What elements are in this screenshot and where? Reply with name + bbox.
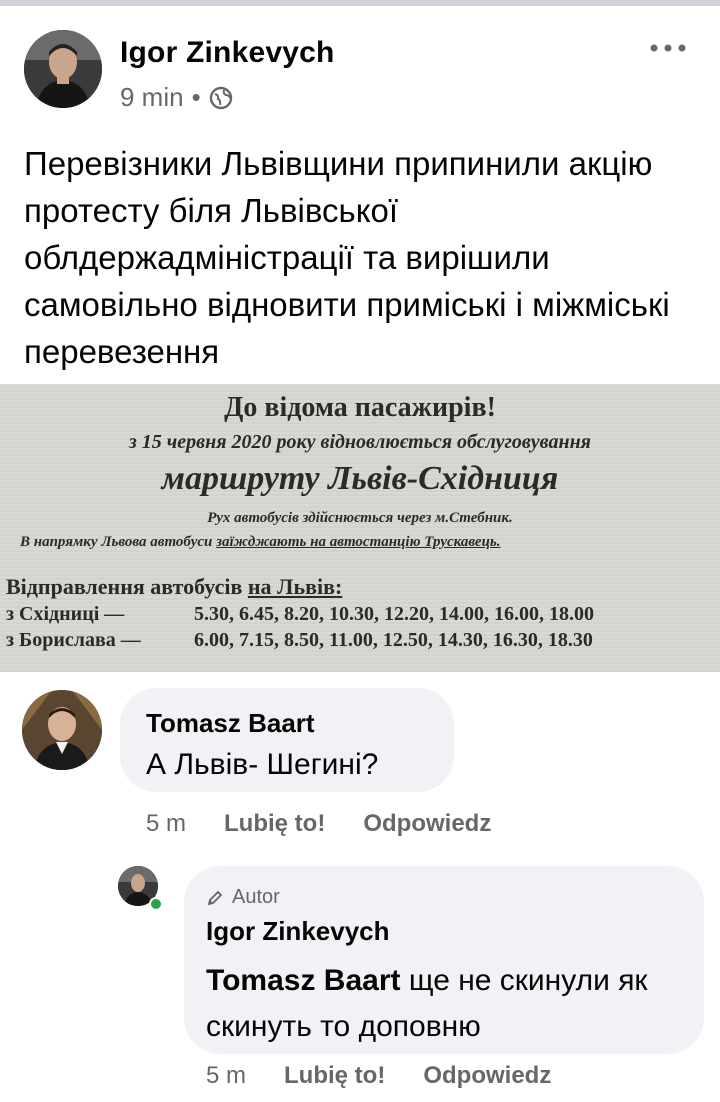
author-badge-label: Autor [232,886,280,908]
avatar-photo-icon [22,690,102,770]
post-time[interactable]: 9 min [120,82,184,113]
post-image-notice[interactable]: До відома пасажирів! з 15 червня 2020 ро… [0,384,720,672]
notice-text: на Львів: [247,574,343,599]
schedule-times: 6.00, 7.15, 8.50, 11.00, 12.50, 14.30, 1… [194,629,593,651]
post-author-name[interactable]: Igor Zinkevych [120,36,335,70]
avatar-photo-icon [24,30,102,108]
meta-separator: • [191,82,201,112]
notice-text: В напрямку Львова автобуси [20,534,217,550]
schedule-times: 5.30, 6.45, 8.20, 10.30, 12.20, 14.00, 1… [194,603,594,625]
more-options-icon[interactable] [648,40,688,56]
reply-author-name[interactable]: Igor Zinkevych [206,916,390,947]
online-status-dot [149,897,163,911]
notice-route: маршруту Львів-Східниця [161,460,559,497]
reply-link[interactable]: Odpowiedz [363,810,491,838]
comment-text: А Львів- Шегині? [146,748,379,781]
notice-line: В напрямку Львова автобуси заїжджають на… [20,534,710,551]
post-meta: 9 min • [120,82,233,113]
globe-icon [209,86,232,109]
reply-link[interactable]: Odpowiedz [423,1062,551,1090]
like-link[interactable]: Lubię to! [224,810,325,838]
post-text: Перевізники Львівщини припинили акцію пр… [24,145,670,370]
comment-author-name[interactable]: Tomasz Baart [146,708,315,739]
author-badge: Autor [206,886,280,909]
comment-time[interactable]: 5 m [146,810,186,838]
notice-text: заїжджають на автостанцію Трускавець. [216,534,501,550]
comment-time[interactable]: 5 m [206,1062,246,1090]
notice-title: До відома пасажирів! [224,392,496,423]
notice-line: Рух автобусів здійснюється через м.Стебн… [207,510,513,526]
schedule-row: з Борислава — 6.00, 7.15, 8.50, 11.00, 1… [6,629,593,652]
schedule-from: з Східниці — [6,603,125,625]
like-link[interactable]: Lubię to! [284,1062,385,1090]
mention-link[interactable]: Tomasz Baart [206,964,401,997]
commenter-avatar[interactable] [22,690,102,770]
notice-schedule-header: Відправлення автобусів на Львів: [6,574,342,600]
post-header: Igor Zinkevych 9 min • [0,6,720,126]
author-avatar[interactable] [24,30,102,108]
reply-text: Tomasz Baart ще не скинули як скинуть то… [206,958,686,1050]
schedule-from: з Борислава — [6,629,141,651]
pencil-icon [207,890,223,905]
notice-text: Відправлення автобусів [6,574,248,599]
reply-actions: 5 m Lubię to! Odpowiedz [206,1062,551,1090]
schedule-row: з Східниці — 5.30, 6.45, 8.20, 10.30, 12… [6,603,594,626]
notice-line: з 15 червня 2020 року відновлюється обсл… [128,431,591,453]
comment-actions: 5 m Lubię to! Odpowiedz [146,810,491,838]
